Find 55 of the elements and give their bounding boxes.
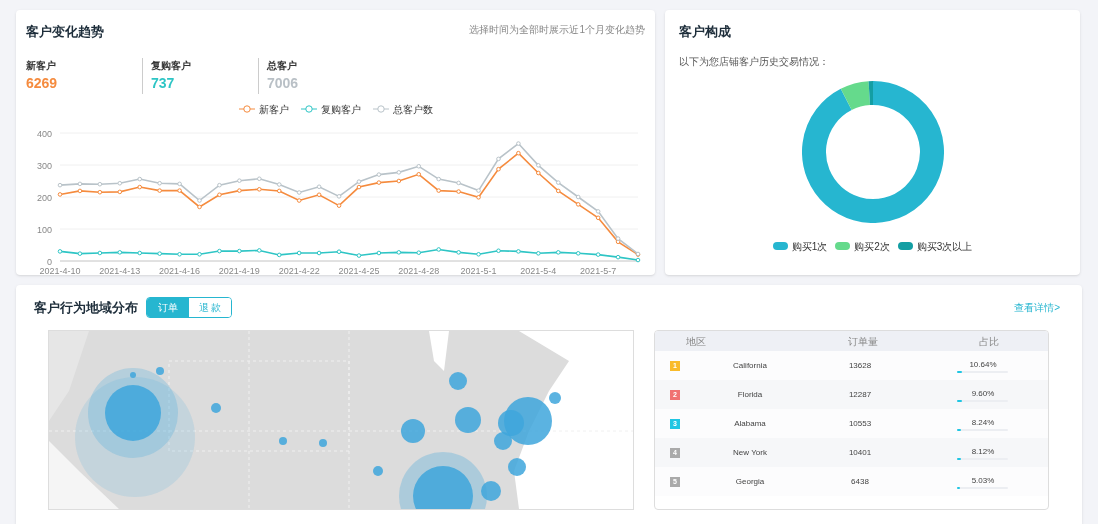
stat-label: 新客户 [26, 58, 57, 73]
x-tick-label: 2021-4-10 [39, 265, 81, 276]
share-value: 5.03% [970, 474, 996, 487]
legend-label: 购买2次 [854, 239, 890, 254]
x-tick-label: 2021-4-19 [218, 265, 260, 276]
x-tick-label: 2021-5-7 [580, 265, 617, 276]
legend-label: 新客户 [258, 102, 289, 117]
stat-value: 737 [151, 73, 176, 93]
y-tick-label: 0 [47, 256, 52, 267]
x-tick-label: 2021-4-25 [338, 265, 380, 276]
legend-label: 购买1次 [791, 239, 828, 254]
legend-line-icon [238, 105, 255, 113]
x-tick-label: 2021-4-16 [159, 265, 201, 276]
column-header: 占比 [979, 335, 999, 347]
y-tick-label: 100 [36, 224, 52, 235]
subtitle-text: 以下为您店铺客户历史交易情况： [679, 54, 830, 69]
x-tick-label: 2021-4-13 [99, 265, 141, 276]
order-count: 10401 [848, 447, 872, 457]
y-tick-label: 300 [36, 160, 52, 171]
tab[interactable]: 订单 [147, 298, 189, 317]
stat-value: 7006 [267, 73, 300, 93]
order-count: 12287 [848, 389, 872, 399]
share-value: 9.60% [970, 387, 996, 400]
x-tick-label: 2021-4-28 [398, 265, 440, 276]
card-title: 客户变化趋势 [26, 23, 104, 41]
order-count: 13628 [848, 360, 872, 370]
legend-label: 购买3次以上 [916, 239, 973, 254]
legend-label: 总客户数 [392, 102, 433, 117]
region-name: Alabama [734, 418, 766, 428]
y-tick-label: 400 [36, 128, 52, 139]
card-title: 客户构成 [679, 23, 732, 41]
share-value: 8.24% [970, 416, 996, 429]
region-name: New York [733, 447, 767, 457]
stat-value: 6269 [26, 73, 59, 93]
hint-text: 选择时间为全部时展示近1个月变化趋势 [469, 23, 645, 37]
x-tick-label: 2021-4-22 [278, 265, 320, 276]
x-tick-label: 2021-5-4 [520, 265, 557, 276]
legend-line-icon [372, 105, 389, 113]
region-name: Florida [737, 389, 763, 399]
stat-label: 复购客户 [151, 58, 192, 73]
details-link[interactable]: 查看详情> [1014, 300, 1060, 315]
card-title: 客户行为地域分布 [34, 298, 138, 317]
column-header: 地区 [686, 335, 706, 347]
region-name: Georgia [735, 476, 765, 486]
region-name: California [733, 360, 767, 370]
share-value: 10.64% [968, 358, 998, 371]
legend-line-icon [300, 105, 317, 113]
y-tick-label: 200 [36, 192, 52, 203]
order-count: 10553 [848, 418, 872, 428]
order-count: 6438 [851, 476, 869, 486]
stat-label: 总客户 [267, 58, 298, 73]
column-header: 订单量 [847, 335, 878, 347]
legend-label: 复购客户 [320, 102, 361, 117]
share-value: 8.12% [970, 445, 996, 458]
x-tick-label: 2021-5-1 [460, 265, 497, 276]
